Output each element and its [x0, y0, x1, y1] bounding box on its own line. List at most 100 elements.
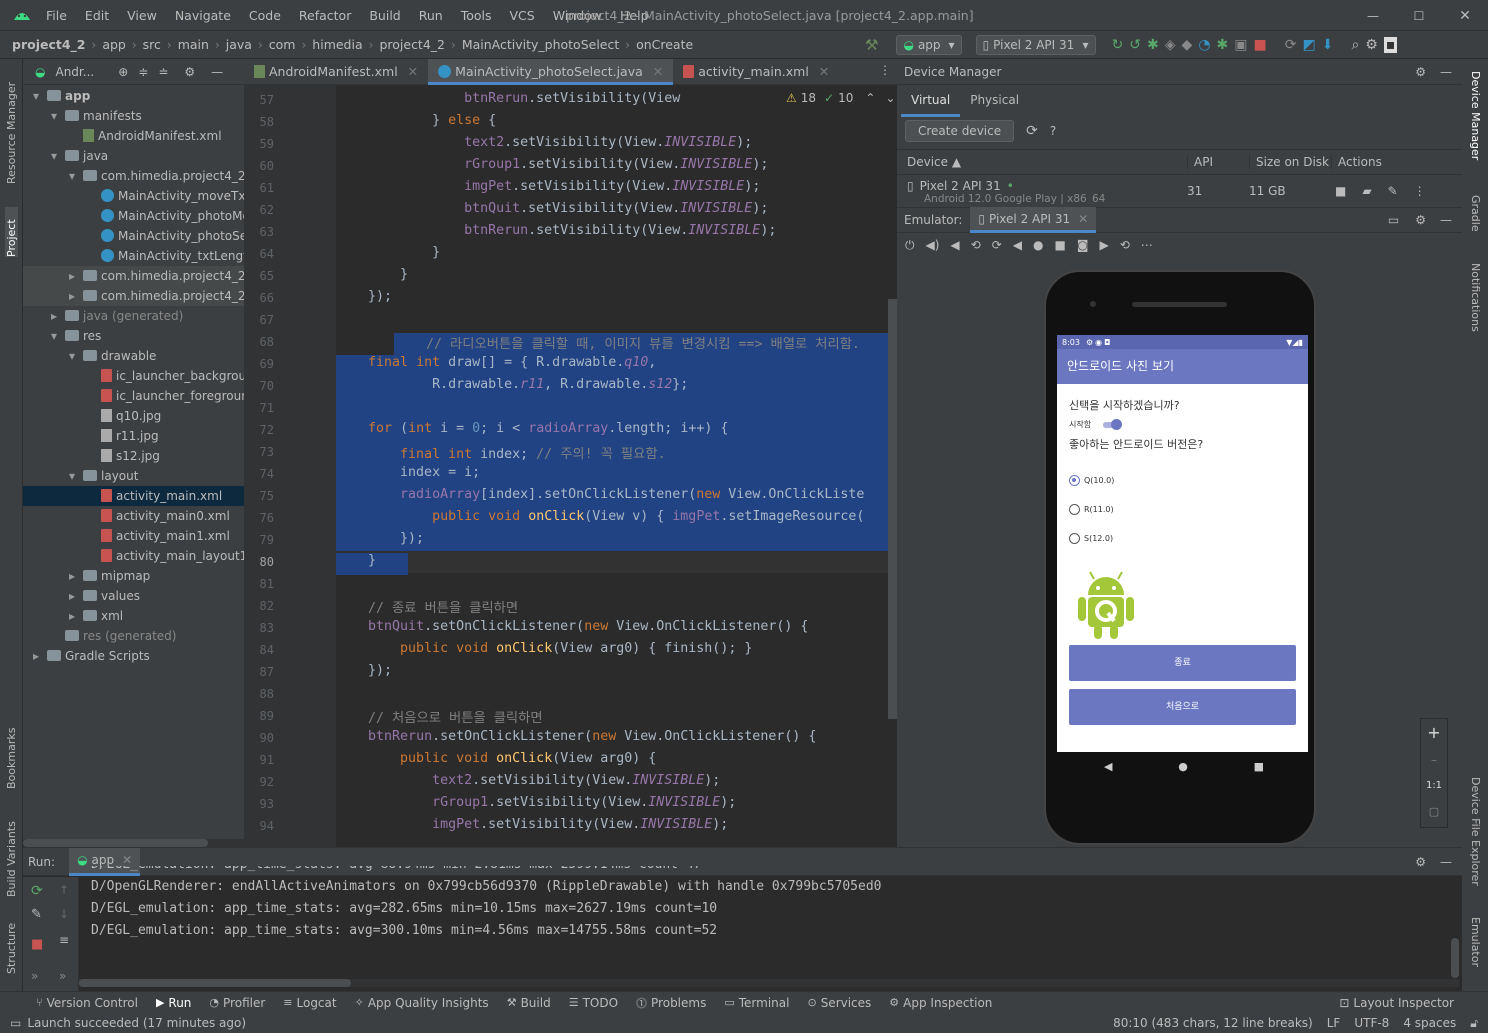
tab-virtual[interactable]: Virtual: [901, 85, 961, 117]
code-area[interactable]: btnRerun.setVisibility(View } else { tex…: [244, 85, 897, 847]
chevron-down-icon[interactable]: ⌄: [885, 91, 895, 105]
hide-icon[interactable]: —: [1440, 213, 1452, 227]
code-line[interactable]: });: [336, 663, 392, 678]
tree-item[interactable]: ▸ values: [23, 586, 244, 606]
code-line[interactable]: imgPet.setVisibility(View.INVISIBLE);: [336, 817, 728, 832]
chevron-icon[interactable]: ▸: [69, 266, 83, 286]
stop-device-icon[interactable]: ■: [1335, 184, 1346, 198]
project-view-selector[interactable]: Andr...: [55, 65, 94, 79]
apply-changes-icon[interactable]: ↻: [1112, 37, 1124, 53]
locate-icon[interactable]: ⊕: [118, 65, 128, 79]
tree-item[interactable]: ▸ com.himedia.project4_2 (a: [23, 266, 261, 286]
emulator-tab[interactable]: ▯ Pixel 2 API 31 ✕: [970, 207, 1097, 233]
breadcrumb-item[interactable]: com: [269, 37, 296, 52]
column-size[interactable]: Size on Disk: [1249, 155, 1331, 169]
attach-icon[interactable]: ◆: [1182, 37, 1193, 53]
phone-screen[interactable]: 8:03 ⚙◉◘ ▼◢▮ 안드로이드 사진 보기 신택을 시작하겠습니까? 시작함 …: [1057, 335, 1308, 752]
apply-code-changes-icon[interactable]: ↺: [1129, 37, 1141, 53]
tree-item[interactable]: s12.jpg: [23, 446, 244, 466]
zoom-out-button[interactable]: –: [1421, 747, 1447, 773]
tool-tab-problems[interactable]: ⓵ Problems: [636, 995, 706, 1011]
code-line[interactable]: imgPet.setVisibility(View.INVISIBLE);: [336, 179, 760, 194]
device-row[interactable]: ▯ Pixel 2 API 31 • Android 12.0 Google Pla…: [897, 175, 1462, 207]
code-line[interactable]: btnQuit.setOnClickListener(new View.OnCl…: [336, 619, 808, 634]
tool-tab-logcat[interactable]: ≡ Logcat: [283, 996, 336, 1010]
maximize-button[interactable]: ☐: [1396, 9, 1442, 23]
chevron-icon[interactable]: ▾: [69, 466, 83, 486]
menu-tools[interactable]: Tools: [461, 8, 500, 23]
tree-item[interactable]: activity_main_layout1.x: [23, 546, 258, 566]
record-icon[interactable]: ▶: [1100, 238, 1109, 252]
chevron-icon[interactable]: ▸: [69, 586, 83, 606]
tree-item[interactable]: r11.jpg: [23, 426, 244, 446]
start-switch[interactable]: [1103, 418, 1123, 430]
breadcrumb-item[interactable]: project4_2: [12, 37, 86, 52]
file-encoding[interactable]: UTF-8: [1354, 1016, 1389, 1030]
code-line[interactable]: for (int i = 0; i < radioArray.length; i…: [336, 421, 897, 443]
tool-tab-todo[interactable]: ☰ TODO: [569, 996, 618, 1010]
tool-tab-services[interactable]: ⊙ Services: [807, 996, 871, 1010]
menu-vcs[interactable]: VCS: [510, 8, 543, 23]
tree-item[interactable]: ▸ Gradle Scripts: [23, 646, 244, 666]
chevron-icon[interactable]: ▾: [69, 346, 83, 366]
volume-down-icon[interactable]: ◀: [950, 238, 959, 252]
caret-position[interactable]: 80:10 (483 chars, 12 line breaks): [1113, 1016, 1313, 1030]
volume-up-icon[interactable]: ◀): [926, 238, 940, 252]
run-config-selector[interactable]: ◒ app ▾: [896, 35, 962, 55]
tree-item[interactable]: ▾ drawable: [23, 346, 244, 366]
chevron-icon[interactable]: ▸: [33, 646, 47, 666]
code-line[interactable]: btnRerun.setVisibility(View: [336, 91, 680, 106]
close-tab-icon[interactable]: ✕: [649, 64, 663, 79]
column-api[interactable]: API: [1187, 155, 1249, 169]
lock-icon[interactable]: 🔓︎: [1470, 1016, 1478, 1031]
code-line[interactable]: rGroup1.setVisibility(View.INVISIBLE);: [336, 157, 768, 172]
tool-tab-app-quality-insights[interactable]: ✧ App Quality Insights: [355, 996, 489, 1010]
build-variants-tab[interactable]: Build Variants: [5, 807, 18, 897]
editor-tab[interactable]: AndroidManifest.xml ✕: [244, 59, 428, 85]
menu-navigate[interactable]: Navigate: [175, 8, 239, 23]
menu-refactor[interactable]: Refactor: [299, 8, 359, 23]
folder-icon[interactable]: ▰: [1362, 184, 1371, 198]
more-tabs-icon[interactable]: ⋮: [879, 63, 891, 77]
tree-item[interactable]: ▸ xml: [23, 606, 244, 626]
tool-tab-run[interactable]: ▶ Run: [156, 996, 191, 1010]
chevron-icon[interactable]: ▾: [51, 106, 65, 126]
nav-back-icon[interactable]: ◀: [1104, 760, 1112, 773]
layout-icon[interactable]: ▣: [1234, 37, 1247, 53]
console-horizontal-scrollbar[interactable]: [79, 979, 1459, 987]
code-line[interactable]: // 처음으로 버튼을 클릭하면: [336, 707, 543, 726]
attach-debugger-icon[interactable]: ✱: [1217, 37, 1229, 53]
minimize-button[interactable]: —: [1350, 9, 1396, 23]
close-tab-icon[interactable]: ✕: [1078, 212, 1088, 226]
tool-tab-build[interactable]: ⚒ Build: [507, 996, 551, 1010]
tree-item[interactable]: ▾ java: [23, 146, 244, 166]
breadcrumb-item[interactable]: project4_2: [379, 37, 445, 52]
code-line[interactable]: public void onClick(View v) { imgPet.set…: [336, 509, 897, 531]
bookmarks-tab[interactable]: Bookmarks: [5, 709, 18, 789]
tool-tab-version-control[interactable]: ⑂ Version Control: [36, 996, 138, 1010]
wrench-icon[interactable]: ✎: [31, 907, 42, 922]
more-icon[interactable]: »: [59, 969, 66, 983]
zoom-actual-button[interactable]: 1:1: [1421, 773, 1447, 799]
menu-file[interactable]: File: [46, 8, 75, 23]
code-line[interactable]: btnRerun.setOnClickListener(new View.OnC…: [336, 729, 816, 744]
stop-icon[interactable]: ■: [1254, 37, 1267, 53]
hide-icon[interactable]: —: [1440, 65, 1452, 79]
snapshot-icon[interactable]: ⟲: [1120, 238, 1130, 252]
code-line[interactable]: radioArray[index].setOnClickListener(new…: [336, 487, 897, 509]
profiler-icon[interactable]: ◔: [1198, 37, 1210, 53]
code-line[interactable]: text2.setVisibility(View.INVISIBLE);: [336, 135, 752, 150]
chevron-icon[interactable]: ▸: [69, 606, 83, 626]
tree-item[interactable]: ▾ app: [23, 86, 244, 106]
code-line[interactable]: text2.setVisibility(View.INVISIBLE);: [336, 773, 720, 788]
line-separator[interactable]: LF: [1327, 1016, 1341, 1030]
code-line[interactable]: btnQuit.setVisibility(View.INVISIBLE);: [336, 201, 768, 216]
tree-item[interactable]: MainActivity_photoMo: [23, 206, 250, 226]
code-line[interactable]: final int index; // 주의! 꼭 필요함.: [336, 443, 897, 465]
window-icon[interactable]: ▭: [1388, 213, 1399, 227]
breadcrumb-item[interactable]: himedia: [312, 37, 362, 52]
nav-recents-icon[interactable]: ■: [1254, 760, 1264, 773]
menu-code[interactable]: Code: [249, 8, 289, 23]
code-line[interactable]: R.drawable.r11, R.drawable.s12};: [336, 377, 897, 399]
notifications-tab[interactable]: Notifications: [1469, 263, 1482, 348]
